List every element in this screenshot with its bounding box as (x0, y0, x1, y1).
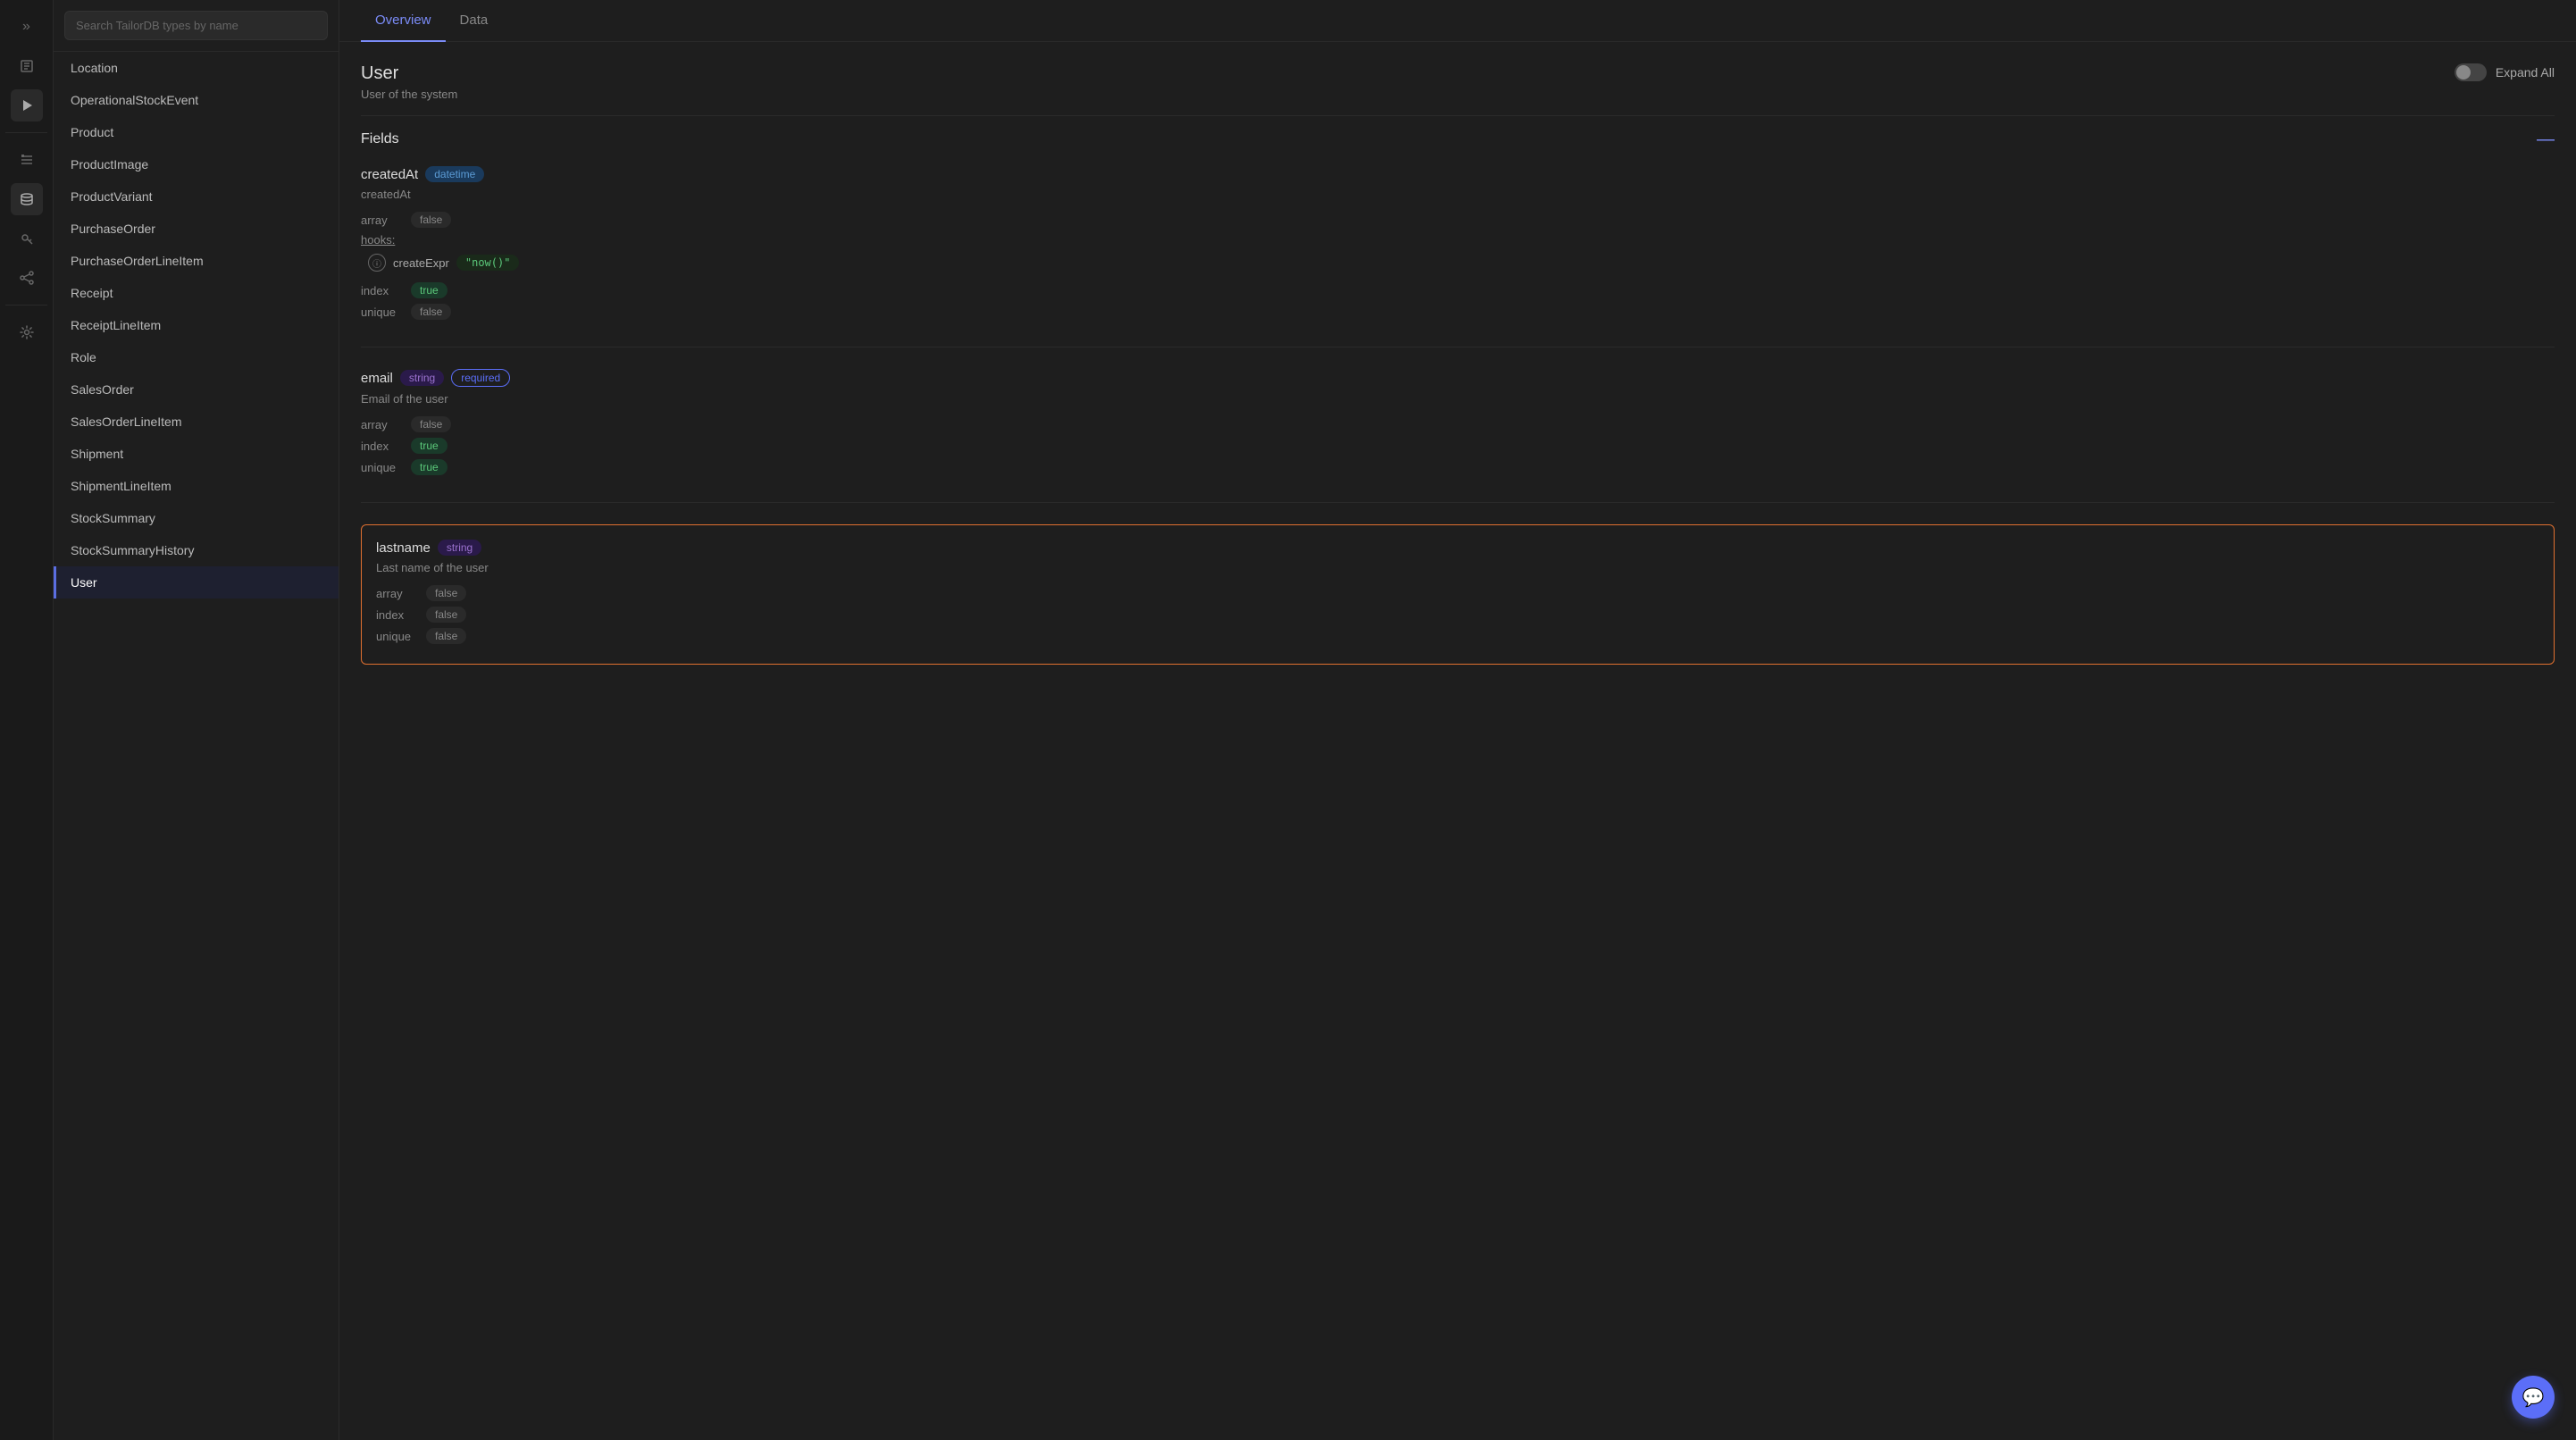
type-title: User (361, 63, 457, 84)
array-value: false (411, 416, 451, 432)
sidebar-divider (5, 132, 47, 133)
field-index-meta: index false (376, 607, 2539, 623)
field-email: email string required Email of the user … (361, 369, 2555, 503)
type-item-location[interactable]: Location (54, 52, 339, 84)
index-value: true (411, 438, 447, 454)
play-icon[interactable] (11, 89, 43, 121)
unique-label: unique (361, 306, 406, 319)
type-list: LocationOperationalStockEventProductProd… (54, 52, 339, 1440)
field-array-meta: array false (361, 212, 2555, 228)
type-item-salesorder[interactable]: SalesOrder (54, 373, 339, 406)
list-icon[interactable] (11, 144, 43, 176)
tab-data[interactable]: Data (446, 0, 503, 42)
settings-icon[interactable] (11, 316, 43, 348)
unique-value: false (411, 304, 451, 320)
hook-value: "now()" (456, 255, 520, 271)
unique-label: unique (361, 461, 406, 474)
type-item-receipt[interactable]: Receipt (54, 277, 339, 309)
type-item-productimage[interactable]: ProductImage (54, 148, 339, 180)
hook-icon: ⓘ (368, 254, 386, 272)
index-label: index (361, 284, 406, 297)
type-item-stocksummaryhistory[interactable]: StockSummaryHistory (54, 534, 339, 566)
tabs-bar: OverviewData (339, 0, 2576, 42)
field-description: Email of the user (361, 392, 2555, 406)
fields-title: Fields (361, 131, 399, 147)
array-label: array (361, 213, 406, 227)
field-name-label: email (361, 371, 393, 386)
field-name-label: lastname (376, 540, 431, 556)
hooks-label: hooks: (361, 233, 2555, 247)
tab-overview[interactable]: Overview (361, 0, 446, 42)
field-type-badge: string (400, 370, 444, 386)
share-icon[interactable] (11, 262, 43, 294)
main-content: OverviewData User User of the system Exp… (339, 0, 2576, 1440)
index-label: index (376, 608, 421, 622)
book-icon[interactable] (11, 50, 43, 82)
sidebar-divider-2 (5, 305, 47, 306)
unique-value: false (426, 628, 466, 644)
hook-row: ⓘ createExpr "now()" (361, 254, 2555, 272)
database-icon[interactable] (11, 183, 43, 215)
field-createdAt: createdAt datetime createdAt array false… (361, 166, 2555, 347)
array-label: array (361, 418, 406, 431)
type-item-operationalstockevent[interactable]: OperationalStockEvent (54, 84, 339, 116)
fields-container: createdAt datetime createdAt array false… (361, 166, 2555, 665)
expand-all-toggle[interactable] (2455, 63, 2487, 81)
content-area: User User of the system Expand All Field… (339, 42, 2576, 1440)
array-value: false (411, 212, 451, 228)
array-label: array (376, 587, 421, 600)
type-header: User User of the system Expand All (361, 63, 2555, 101)
type-item-purchaseorderlineitem[interactable]: PurchaseOrderLineItem (54, 245, 339, 277)
field-type-badge: string (438, 540, 481, 556)
type-item-salesorderlineitem[interactable]: SalesOrderLineItem (54, 406, 339, 438)
type-item-shipmentlineitem[interactable]: ShipmentLineItem (54, 470, 339, 502)
type-item-productvariant[interactable]: ProductVariant (54, 180, 339, 213)
field-array-meta: array false (361, 416, 2555, 432)
fields-header: Fields — (361, 130, 2555, 148)
field-type-badge: datetime (425, 166, 484, 182)
expand-toggle: Expand All (2455, 63, 2555, 81)
type-info: User User of the system (361, 63, 457, 101)
unique-label: unique (376, 630, 421, 643)
type-item-shipment[interactable]: Shipment (54, 438, 339, 470)
hook-name: createExpr (393, 256, 449, 270)
field-name-row: createdAt datetime (361, 166, 2555, 182)
field-description: createdAt (361, 188, 2555, 201)
type-sidebar: LocationOperationalStockEventProductProd… (54, 0, 339, 1440)
field-name-row: lastname string (376, 540, 2539, 556)
type-item-product[interactable]: Product (54, 116, 339, 148)
field-name-row: email string required (361, 369, 2555, 387)
field-index-meta: index true (361, 282, 2555, 298)
field-lastname: lastname string Last name of the user ar… (361, 524, 2555, 665)
chat-button[interactable]: 💬 (2512, 1376, 2555, 1419)
field-required-badge: required (451, 369, 510, 387)
unique-value: true (411, 459, 447, 475)
type-item-stocksummary[interactable]: StockSummary (54, 502, 339, 534)
field-array-meta: array false (376, 585, 2539, 601)
index-label: index (361, 440, 406, 453)
field-unique-meta: unique true (361, 459, 2555, 475)
field-unique-meta: unique false (361, 304, 2555, 320)
chevrons-icon[interactable]: » (11, 11, 43, 43)
search-input[interactable] (64, 11, 328, 40)
type-item-role[interactable]: Role (54, 341, 339, 373)
type-item-purchaseorder[interactable]: PurchaseOrder (54, 213, 339, 245)
type-description: User of the system (361, 88, 457, 101)
field-description: Last name of the user (376, 561, 2539, 574)
field-name-label: createdAt (361, 167, 418, 182)
key-icon[interactable] (11, 222, 43, 255)
field-unique-meta: unique false (376, 628, 2539, 644)
field-index-meta: index true (361, 438, 2555, 454)
index-value: true (411, 282, 447, 298)
array-value: false (426, 585, 466, 601)
type-item-user[interactable]: User (54, 566, 339, 599)
expand-all-label: Expand All (2496, 65, 2555, 80)
type-item-receiptlineitem[interactable]: ReceiptLineItem (54, 309, 339, 341)
index-value: false (426, 607, 466, 623)
collapse-button[interactable]: — (2537, 130, 2555, 148)
icon-sidebar: » (0, 0, 54, 1440)
search-box (54, 0, 339, 52)
header-separator (361, 115, 2555, 116)
